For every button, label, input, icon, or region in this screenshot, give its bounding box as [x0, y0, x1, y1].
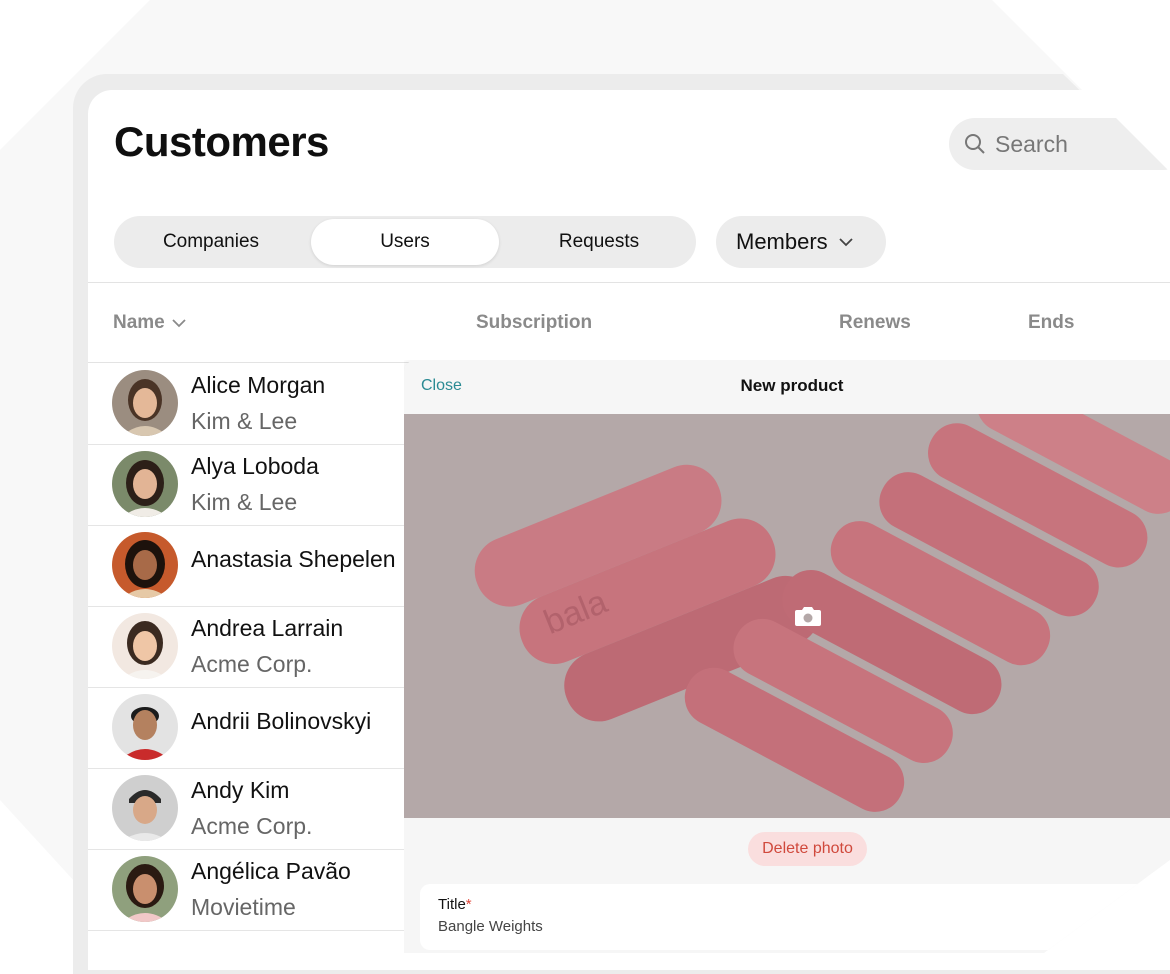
- row-name: Anastasia Shepelen: [191, 546, 396, 572]
- title-field-label: Title*: [438, 896, 472, 913]
- avatar: [112, 694, 178, 760]
- avatar: [112, 856, 178, 922]
- page-title: Customers: [114, 118, 329, 165]
- product-photo[interactable]: bala: [404, 414, 1170, 818]
- chevron-down-icon: [839, 238, 853, 247]
- delete-photo-button[interactable]: Delete photo: [748, 832, 867, 866]
- row-company: Kim & Lee: [191, 408, 298, 434]
- chevron-down-icon: [172, 319, 186, 328]
- search-placeholder: Search: [995, 131, 1068, 157]
- column-header-renews[interactable]: Renews: [839, 312, 911, 334]
- camera-icon[interactable]: [794, 604, 822, 628]
- row-name: Alya Loboda: [191, 453, 319, 479]
- close-button[interactable]: Close: [421, 377, 462, 395]
- row-name: Andy Kim: [191, 777, 290, 803]
- search-icon: [965, 134, 985, 154]
- members-dropdown[interactable]: Members: [716, 216, 886, 268]
- row-company: Acme Corp.: [191, 813, 313, 839]
- required-mark: *: [465, 896, 472, 913]
- segmented-control: Companies Users Requests: [114, 216, 696, 268]
- tab-requests[interactable]: Requests: [505, 219, 693, 265]
- row-company: Acme Corp.: [191, 651, 313, 677]
- avatar: [112, 532, 178, 598]
- search-input[interactable]: Search: [949, 118, 1170, 170]
- column-header-name[interactable]: Name: [113, 312, 187, 334]
- avatar: [112, 613, 178, 679]
- row-name: Andrii Bolinovskyi: [191, 708, 372, 734]
- avatar: [112, 775, 178, 841]
- product-image: bala: [404, 414, 1170, 818]
- row-name: Angélica Pavão: [191, 858, 351, 884]
- new-product-sheet: New product Close bala Delete photo Titl…: [404, 360, 1170, 953]
- column-header-subscription[interactable]: Subscription: [476, 312, 592, 334]
- row-name: Alice Morgan: [191, 372, 326, 398]
- members-label: Members: [736, 229, 828, 254]
- column-header-ends[interactable]: Ends: [1028, 312, 1074, 334]
- avatar: [112, 451, 178, 517]
- sheet-title: New product: [740, 376, 844, 395]
- row-company: Movietime: [191, 894, 296, 920]
- tab-users[interactable]: Users: [311, 219, 499, 265]
- row-company: Kim & Lee: [191, 489, 298, 515]
- avatar: [112, 370, 178, 436]
- header-divider: [88, 282, 1170, 283]
- title-field-value: Bangle Weights: [438, 918, 543, 935]
- title-field[interactable]: Title* Bangle Weights: [420, 884, 1170, 950]
- tab-companies[interactable]: Companies: [117, 219, 305, 265]
- row-name: Andrea Larrain: [191, 615, 344, 641]
